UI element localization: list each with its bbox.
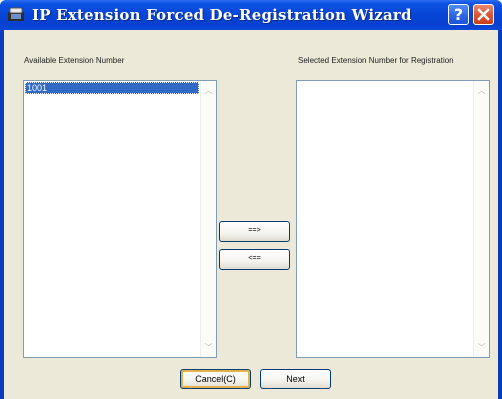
help-icon: ? [453,5,464,24]
selected-list-scrollbar[interactable]: ︿ ﹀ [473,81,489,357]
selected-extension-label: Selected Extension Number for Registrati… [298,56,454,65]
scroll-up-icon[interactable]: ︿ [474,83,489,98]
scroll-down-icon[interactable]: ﹀ [201,340,216,355]
available-extension-list[interactable]: 1001 ︿ ﹀ [23,80,217,358]
cancel-button-label: Cancel(C) [195,374,236,384]
wizard-window: IP Extension Forced De-Registration Wiza… [0,0,502,399]
add-extension-button[interactable]: ==> [219,221,290,242]
selected-extension-list[interactable]: ︿ ﹀ [296,80,490,358]
close-icon [477,8,490,21]
remove-extension-button[interactable]: <== [219,249,290,270]
scroll-down-icon[interactable]: ﹀ [474,340,489,355]
available-extension-label: Available Extension Number [24,56,125,65]
title-bar[interactable]: IP Extension Forced De-Registration Wiza… [0,0,502,30]
phone-app-icon [7,7,25,22]
next-button[interactable]: Next [260,369,331,389]
scroll-up-icon[interactable]: ︿ [201,83,216,98]
window-title: IP Extension Forced De-Registration Wiza… [32,6,412,24]
available-list-scrollbar[interactable]: ︿ ﹀ [200,81,216,357]
cancel-button[interactable]: Cancel(C) [180,369,251,389]
list-item[interactable]: 1001 [25,82,199,94]
help-button[interactable]: ? [448,4,469,25]
dialog-body: Available Extension Number Selected Exte… [4,30,498,399]
close-button[interactable] [473,4,494,25]
